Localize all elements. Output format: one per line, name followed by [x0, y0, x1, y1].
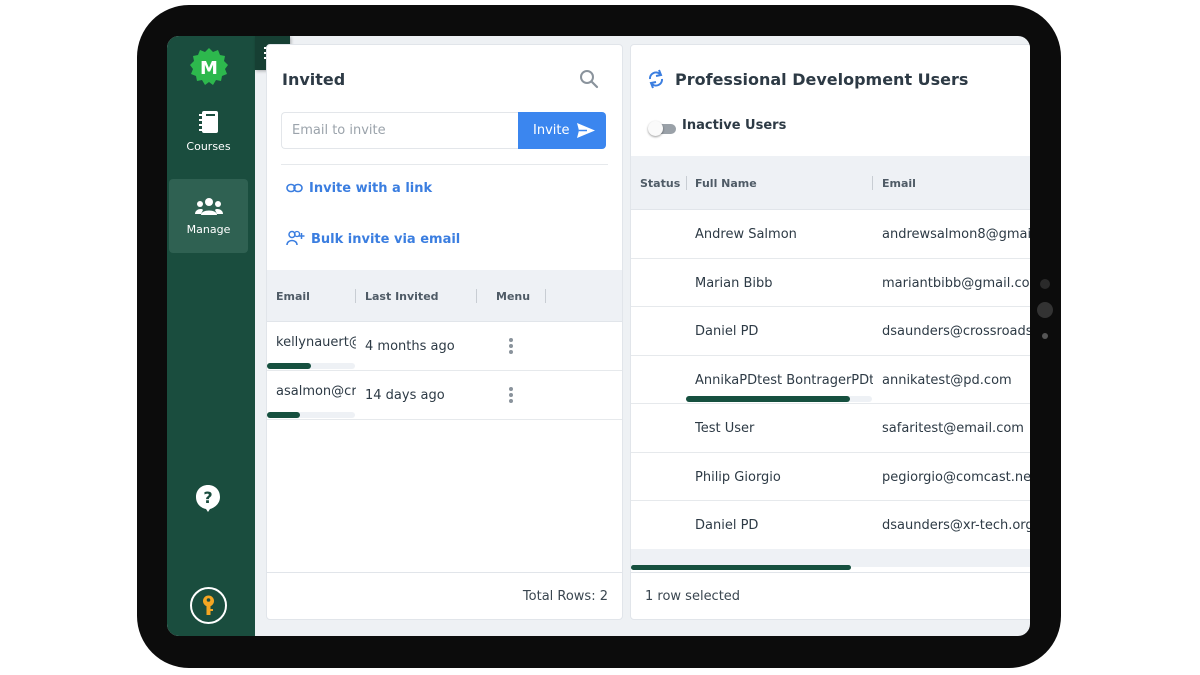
inactive-users-toggle[interactable] — [648, 121, 676, 136]
inactive-users-label: Inactive Users — [682, 118, 787, 133]
send-icon — [577, 123, 595, 138]
table-row[interactable]: AnnikaPDtest BontragerPDtest annikatest@p… — [631, 355, 1030, 404]
user-full-name: AnnikaPDtest BontragerPDtest — [695, 372, 873, 388]
key-icon — [203, 595, 214, 615]
user-full-name: Marian Bibb — [695, 275, 773, 291]
side-button — [1040, 279, 1050, 289]
user-email: dsaunders@xr-tech.org — [882, 518, 1030, 533]
table-row[interactable]: asalmon@cr 14 days ago — [267, 371, 622, 420]
col-email[interactable]: Email — [882, 177, 916, 190]
table-row[interactable]: Marian Bibb mariantbibb@gmail.com — [631, 258, 1030, 307]
col-full-name[interactable]: Full Name — [695, 177, 757, 190]
logo[interactable]: M — [189, 47, 229, 87]
user-email: annikatest@pd.com — [882, 372, 1012, 388]
table-row[interactable]: kellynauert@ 4 months ago — [267, 322, 622, 371]
col-email[interactable]: Email — [276, 290, 310, 303]
table-row[interactable]: Philip Giorgio pegiorgio@comcast.net — [631, 452, 1030, 501]
nav-manage[interactable]: Manage — [169, 179, 248, 253]
pd-users-title: Professional Development Users — [675, 70, 969, 89]
selection-status: 1 row selected — [645, 589, 741, 604]
bulk-invite-button[interactable]: Bulk invite via email — [286, 230, 460, 247]
pd-users-panel: Professional Development Users Inactive … — [630, 44, 1030, 620]
nav-courses-label: Courses — [186, 140, 231, 153]
email-invite-input[interactable] — [281, 112, 519, 149]
bulk-invite-label: Bulk invite via email — [311, 232, 461, 247]
invite-button[interactable]: Invite — [518, 112, 606, 149]
user-email: andrewsalmon8@gmail — [882, 227, 1030, 242]
horizontal-scrollbar[interactable] — [631, 549, 1030, 570]
sidebar: M Courses Manage ? — [167, 36, 255, 636]
sensor — [1042, 333, 1048, 339]
search-icon[interactable] — [579, 69, 599, 89]
table-row[interactable]: Test User safaritest@email.com — [631, 404, 1030, 453]
invite-last-invited: 14 days ago — [365, 388, 445, 403]
users-icon — [194, 198, 223, 215]
user-email: mariantbibb@gmail.com — [882, 275, 1030, 291]
book-icon — [198, 111, 218, 133]
invited-panel: Invited Invite Invite with a link — [266, 44, 623, 620]
link-icon — [286, 183, 303, 193]
row-progress-bar — [267, 412, 355, 418]
invite-last-invited: 4 months ago — [365, 339, 455, 354]
user-email: pegiorgio@comcast.net — [882, 469, 1030, 485]
logo-letter: M — [200, 58, 218, 79]
row-progress-bar — [267, 363, 355, 369]
table-row[interactable]: Daniel PD dsaunders@crossroads — [631, 307, 1030, 356]
divider — [281, 164, 608, 165]
invited-table-header: Email Last Invited Menu — [267, 270, 622, 322]
nav-courses[interactable]: Courses — [169, 110, 248, 174]
table-row[interactable]: Daniel PD dsaunders@xr-tech.org — [631, 501, 1030, 550]
col-menu: Menu — [496, 290, 531, 303]
footer-divider — [267, 572, 622, 573]
user-email: safaritest@email.com — [882, 421, 1024, 436]
app-screen: M Courses Manage ? Invited Email to invi… — [167, 36, 1030, 636]
invite-with-link-label: Invite with a link — [309, 181, 433, 196]
refresh-icon[interactable] — [647, 69, 665, 89]
total-rows: Total Rows: 2 — [522, 589, 608, 604]
add-users-icon — [286, 230, 305, 246]
row-progress-bar — [686, 395, 872, 402]
user-full-name: Daniel PD — [695, 518, 759, 533]
invite-email: asalmon@cr — [276, 384, 356, 399]
camera — [1037, 302, 1053, 318]
user-email: dsaunders@crossroads — [882, 324, 1030, 339]
invite-email: kellynauert@ — [276, 335, 356, 350]
row-menu-icon[interactable] — [509, 387, 513, 405]
user-avatar[interactable] — [190, 587, 227, 624]
footer-divider — [631, 572, 1030, 573]
nav-manage-label: Manage — [186, 223, 231, 236]
scrollbar-thumb[interactable] — [631, 565, 852, 570]
user-full-name: Andrew Salmon — [695, 227, 797, 242]
table-row[interactable]: Andrew Salmon andrewsalmon8@gmail — [631, 210, 1030, 259]
invite-button-label: Invite — [533, 123, 570, 138]
invite-with-link-button[interactable]: Invite with a link — [286, 181, 432, 196]
col-status[interactable]: Status — [640, 177, 680, 190]
svg-text:?: ? — [203, 488, 212, 507]
col-last-invited[interactable]: Last Invited — [365, 290, 439, 303]
help-bubble-icon[interactable]: ? — [194, 484, 222, 512]
user-full-name: Philip Giorgio — [695, 469, 781, 485]
pd-table-header: Status Full Name Email — [631, 156, 1030, 210]
user-full-name: Test User — [695, 421, 755, 436]
row-menu-icon[interactable] — [509, 338, 513, 356]
user-full-name: Daniel PD — [695, 324, 759, 339]
invited-title: Invited — [282, 70, 346, 89]
